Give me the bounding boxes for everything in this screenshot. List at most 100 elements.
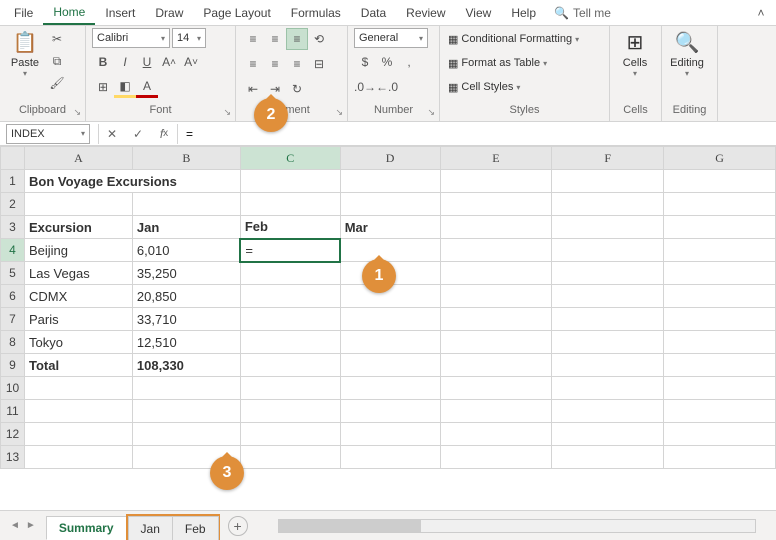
cell[interactable] [440,400,552,423]
cell[interactable]: Beijing [24,239,132,262]
cancel-formula-button[interactable]: ✕ [99,124,125,144]
cell[interactable] [440,285,552,308]
cell[interactable] [552,377,664,400]
align-top-button[interactable]: ≡ [242,28,264,50]
cell[interactable]: 33,710 [132,308,240,331]
cell[interactable]: 6,010 [132,239,240,262]
sheet-tab-jan[interactable]: Jan [128,516,173,540]
select-all-corner[interactable] [1,147,25,170]
cell[interactable] [240,331,340,354]
borders-button[interactable]: ⊞ [92,76,114,98]
menu-formulas[interactable]: Formulas [281,2,351,24]
cell[interactable] [340,170,440,193]
collapse-ribbon-icon[interactable]: ˄ [750,2,772,24]
row-header[interactable]: 10 [1,377,25,400]
cell[interactable]: 20,850 [132,285,240,308]
align-bottom-button[interactable]: ≡ [286,28,308,50]
align-center-button[interactable]: ≡ [264,53,286,75]
row-header[interactable]: 13 [1,446,25,469]
menu-file[interactable]: File [4,2,43,24]
cell[interactable]: Feb [240,216,340,239]
cell[interactable] [440,170,552,193]
format-painter-button[interactable]: 🖌 [46,72,68,94]
row-header[interactable]: 8 [1,331,25,354]
comma-format-button[interactable]: , [398,51,420,73]
row-header[interactable]: 12 [1,423,25,446]
cell[interactable] [340,331,440,354]
row-header[interactable]: 2 [1,193,25,216]
cell[interactable]: Bon Voyage Excursions [24,170,240,193]
cell[interactable] [340,308,440,331]
sheet-tab-summary[interactable]: Summary [46,516,127,540]
cell[interactable] [24,423,132,446]
sheet-tab-feb[interactable]: Feb [172,516,219,540]
col-header-e[interactable]: E [440,147,552,170]
decrease-font-button[interactable]: A˅ [180,51,202,73]
merge-center-button[interactable]: ⊟ [308,53,330,75]
cell[interactable]: Mar [340,216,440,239]
underline-button[interactable]: U [136,51,158,73]
cell[interactable] [664,331,776,354]
menu-help[interactable]: Help [501,2,546,24]
cell[interactable] [340,354,440,377]
italic-button[interactable]: I [114,51,136,73]
cell[interactable] [240,308,340,331]
cell[interactable] [440,262,552,285]
cell[interactable] [240,354,340,377]
cell[interactable] [340,400,440,423]
cell[interactable] [664,193,776,216]
cell[interactable] [664,170,776,193]
cell[interactable] [552,239,664,262]
col-header-b[interactable]: B [132,147,240,170]
cell[interactable] [440,308,552,331]
cell[interactable] [552,331,664,354]
dialog-launcher-icon[interactable]: ↘ [73,105,81,119]
cell[interactable] [240,423,340,446]
menu-review[interactable]: Review [396,2,455,24]
cell[interactable] [440,423,552,446]
row-header[interactable]: 5 [1,262,25,285]
row-header[interactable]: 1 [1,170,25,193]
font-size-select[interactable]: 14▾ [172,28,206,48]
align-middle-button[interactable]: ≡ [264,28,286,50]
cell[interactable] [664,446,776,469]
cell[interactable] [240,446,340,469]
enter-formula-button[interactable]: ✓ [125,124,151,144]
align-left-button[interactable]: ≡ [242,53,264,75]
cell[interactable] [552,354,664,377]
cell[interactable] [664,308,776,331]
cell[interactable] [440,216,552,239]
cell[interactable] [24,446,132,469]
bold-button[interactable]: B [92,51,114,73]
cell[interactable]: Tokyo [24,331,132,354]
cell[interactable] [664,239,776,262]
conditional-formatting-button[interactable]: ▦Conditional Formatting▾ [448,28,579,50]
cell-styles-button[interactable]: ▦Cell Styles▾ [448,76,579,98]
col-header-d[interactable]: D [340,147,440,170]
cell[interactable] [440,331,552,354]
dialog-launcher-icon[interactable]: ↘ [335,105,343,119]
row-header[interactable]: 6 [1,285,25,308]
menu-page-layout[interactable]: Page Layout [193,2,280,24]
menu-insert[interactable]: Insert [95,2,145,24]
tell-me[interactable]: 🔍 Tell me [554,6,611,20]
accounting-format-button[interactable]: $ [354,51,376,73]
font-color-button[interactable]: A [136,76,158,98]
cell[interactable] [240,377,340,400]
cell[interactable] [340,377,440,400]
fill-color-button[interactable]: ◧ [114,76,136,98]
horizontal-scrollbar[interactable] [278,519,756,533]
decrease-indent-button[interactable]: ⇤ [242,78,264,100]
cell[interactable] [552,216,664,239]
number-format-select[interactable]: General▾ [354,28,428,48]
cell[interactable] [664,216,776,239]
fx-button[interactable]: fx [151,124,177,144]
cell[interactable] [552,170,664,193]
cell[interactable]: Jan [132,216,240,239]
cell[interactable]: Paris [24,308,132,331]
menu-home[interactable]: Home [43,1,95,25]
cell[interactable] [240,193,340,216]
orientation-button[interactable]: ↻ [286,78,308,100]
row-header[interactable]: 4 [1,239,25,262]
cell[interactable] [240,170,340,193]
